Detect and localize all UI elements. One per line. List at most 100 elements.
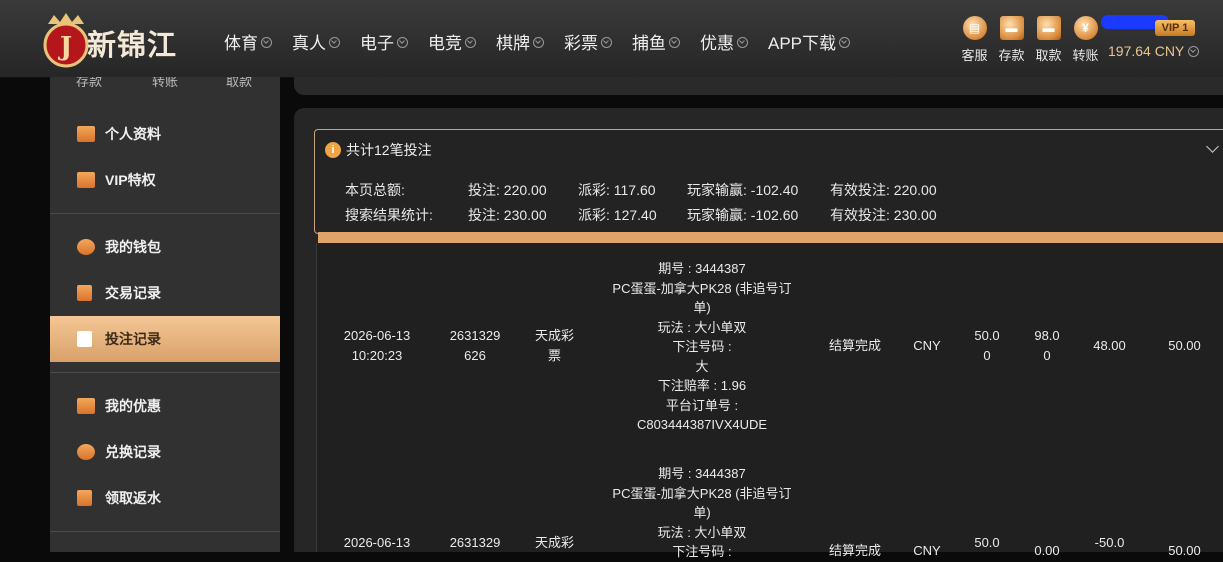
row2-winloss: -50.0 — [1094, 535, 1125, 550]
customer-service-button[interactable]: ▤ 客服 — [956, 16, 993, 64]
vip-card-icon — [77, 172, 95, 188]
detail-line: 下注号码 : — [672, 339, 732, 354]
vip-badge: VIP 1 — [1155, 20, 1195, 36]
nav-label: 真人 — [292, 34, 326, 53]
row2-platform: 天成彩 — [534, 535, 574, 550]
nav-live-casino[interactable]: 真人 — [292, 29, 340, 54]
row1-payout-part: 0 — [1043, 347, 1051, 363]
detail-line: 单) — [693, 300, 711, 315]
cut-label-withdraw[interactable]: 取款 — [226, 77, 252, 89]
search-bet: 投注: 230.00 — [468, 207, 547, 223]
balance-display[interactable]: 197.64 CNY — [1108, 43, 1200, 59]
row2-order-id: 2631329 — [449, 535, 501, 550]
row1-payout-part: 98.0 — [1034, 328, 1060, 343]
row1-id-part: 2631329 — [449, 328, 501, 343]
transfer-button[interactable]: ¥ 转账 — [1067, 16, 1104, 64]
sidebar-item-bet-records[interactable]: 投注记录 — [50, 316, 280, 362]
nav-sports[interactable]: 体育 — [224, 29, 272, 54]
search-payout: 派彩: 127.40 — [578, 207, 657, 223]
sidebar-item-label: 领取返水 — [105, 490, 161, 506]
sidebar-item-rebate[interactable]: 领取返水 — [50, 475, 280, 521]
page-bet: 投注: 220.00 — [468, 182, 547, 198]
detail-line: 期号 : 3444387 — [658, 466, 746, 481]
nav-label: 捕鱼 — [632, 34, 666, 53]
sidebar-item-transactions[interactable]: 交易记录 — [50, 270, 280, 316]
sidebar-item-label: 个人资料 — [105, 126, 161, 142]
yuan-icon: ¥ — [1073, 16, 1098, 40]
nav-slots[interactable]: 电子 — [360, 29, 408, 54]
row1-bet-detail: 期号 : 3444387 PC蛋蛋-加拿大PK28 (非追号订 单) 玩法 : … — [602, 259, 802, 435]
quick-label: 存款 — [998, 48, 1025, 63]
row2-bet-amount: 50.0 — [974, 535, 1000, 550]
rebate-icon — [77, 490, 92, 506]
nav-app-download[interactable]: APP下载 — [768, 29, 851, 54]
quick-label: 客服 — [961, 48, 988, 63]
sidebar-item-promotions[interactable]: 我的优惠 — [50, 383, 280, 429]
ledger-icon — [77, 285, 92, 301]
money-bag-icon — [77, 444, 95, 460]
detail-line: 期号 : 3444387 — [658, 261, 746, 276]
cut-label-deposit[interactable]: 存款 — [76, 77, 102, 89]
nav-lottery[interactable]: 彩票 — [564, 29, 612, 54]
nav-cards[interactable]: 棋牌 — [496, 29, 544, 54]
withdraw-button[interactable]: ▬ 取款 — [1030, 16, 1067, 64]
sidebar-divider — [50, 213, 280, 214]
row2-status: 结算完成 — [828, 543, 881, 558]
balance-value: 197.64 CNY — [1108, 43, 1185, 59]
id-card-icon — [77, 126, 95, 142]
row1-platform-part: 票 — [547, 347, 561, 363]
row1-platform: 天成彩 票 — [522, 326, 587, 365]
sidebar-item-label: 兑换记录 — [105, 444, 161, 460]
atm-icon: ▬ — [1036, 16, 1061, 40]
wallet-icon: ▬ — [999, 16, 1024, 40]
sidebar-item-label: VIP特权 — [105, 172, 156, 188]
row1-order-id: 2631329 626 — [435, 326, 515, 365]
row2-payout: 0.00 — [1034, 543, 1060, 558]
page-valid-bet: 有效投注: 220.00 — [830, 182, 937, 198]
row1-time: 10:20:23 — [351, 347, 403, 363]
page-winloss: 玩家输赢: -102.40 — [687, 182, 799, 198]
sidebar-item-label: 交易记录 — [105, 285, 161, 301]
chevron-down-icon[interactable] — [1206, 140, 1219, 153]
row1-platform-part: 天成彩 — [534, 328, 574, 343]
nav-promotions[interactable]: 优惠 — [700, 29, 748, 54]
sidebar-item-profile[interactable]: 个人资料 — [50, 111, 280, 157]
chevron-down-icon — [839, 37, 851, 48]
summary-header: i 共计12笔投注 — [325, 140, 432, 160]
chat-icon: ▤ — [962, 16, 987, 40]
summary-title: 共计12笔投注 — [346, 142, 432, 158]
row1-datetime: 2026-06-13 10:20:23 — [327, 326, 427, 365]
detail-line: PC蛋蛋-加拿大PK28 (非追号订 — [612, 485, 792, 501]
chevron-down-icon — [533, 37, 544, 48]
bet-records-table: 2026-06-13 10:20:23 2631329 626 天成彩 票 期号… — [316, 243, 1223, 559]
row2-valid-bet: 50.00 — [1168, 543, 1201, 558]
row1-bet-part: 0 — [983, 347, 991, 363]
row1-date: 2026-06-13 — [343, 328, 411, 343]
sidebar-item-label: 投注记录 — [105, 331, 161, 347]
top-bar: J 新锦江 体育 真人 电子 电竞 棋牌 彩票 捕鱼 优惠 APP下载 ▤ 客服… — [0, 0, 1223, 78]
chevron-down-icon — [261, 37, 272, 48]
nav-fishing[interactable]: 捕鱼 — [632, 29, 680, 54]
row1-bet-amount: 50.0 0 — [962, 326, 1012, 365]
bet-record-icon — [77, 331, 92, 347]
nav-esports[interactable]: 电竞 — [428, 29, 476, 54]
sidebar-divider — [50, 531, 280, 532]
sidebar-item-vip[interactable]: VIP特权 — [50, 157, 280, 203]
quick-label: 转账 — [1072, 48, 1099, 63]
nav-label: 电竞 — [428, 34, 462, 53]
detail-line: 大 — [695, 358, 709, 374]
nav-label: 电子 — [360, 34, 394, 53]
info-icon: i — [325, 142, 341, 158]
search-total-label: 搜索结果统计: — [345, 207, 433, 223]
table-header-bar — [318, 232, 1223, 243]
deposit-button[interactable]: ▬ 存款 — [993, 16, 1030, 64]
sidebar-item-wallet[interactable]: 我的钱包 — [50, 224, 280, 270]
row1-status: 结算完成 — [828, 338, 881, 353]
row1-winloss: 48.00 — [1093, 338, 1126, 353]
nav-label: 棋牌 — [496, 34, 530, 53]
summary-box: i 共计12笔投注 本页总额: 投注: 220.00 派彩: 117.60 玩家… — [314, 129, 1223, 234]
cut-label-transfer[interactable]: 转账 — [152, 77, 178, 89]
chevron-down-icon — [465, 37, 476, 48]
row1-id-part: 626 — [464, 347, 486, 363]
sidebar-item-redeem[interactable]: 兑换记录 — [50, 429, 280, 475]
